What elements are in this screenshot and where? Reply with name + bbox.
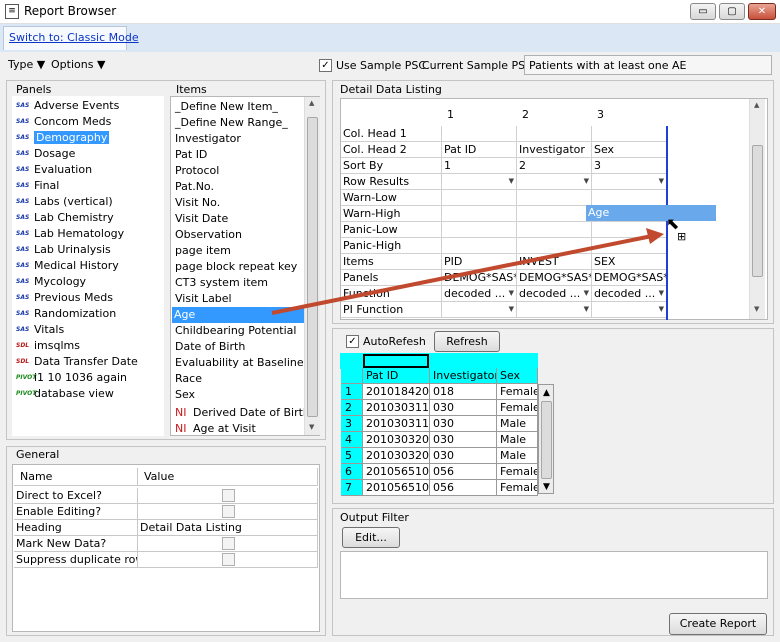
results-row-number: 4 <box>341 432 363 448</box>
results-scroll-up-icon[interactable]: ▲ <box>543 388 550 398</box>
results-cell: Male <box>497 416 538 432</box>
results-cell: Female <box>497 464 538 480</box>
results-cell: Female <box>497 480 538 496</box>
results-column-header[interactable]: Investigator <box>430 368 497 384</box>
results-cell: Female <box>497 400 538 416</box>
results-row-number: 2 <box>341 400 363 416</box>
results-cell: 030 <box>430 416 497 432</box>
results-cell: 2010303112 <box>363 416 430 432</box>
results-row-number: 6 <box>341 464 363 480</box>
results-column-header[interactable]: Sex <box>497 368 538 384</box>
results-row-number: 7 <box>341 480 363 496</box>
results-cell: 018 <box>430 384 497 400</box>
results-filter-cell[interactable] <box>363 354 429 368</box>
results-corner-cell <box>341 368 363 384</box>
refresh-button[interactable]: Refresh <box>434 331 500 352</box>
autorefresh-checkbox[interactable]: ✓ <box>346 335 359 348</box>
create-report-button[interactable]: Create Report <box>669 613 767 635</box>
results-cell: 2010565102 <box>363 464 430 480</box>
results-cell: Female <box>497 384 538 400</box>
autorefresh-label: AutoRefesh <box>363 335 426 348</box>
results-cell: 030 <box>430 448 497 464</box>
results-cell: 056 <box>430 480 497 496</box>
results-cell: 2010184208 <box>363 384 430 400</box>
results-column-header[interactable]: Pat ID <box>363 368 430 384</box>
results-cell: 030 <box>430 400 497 416</box>
results-row-number: 3 <box>341 416 363 432</box>
results-cell: Male <box>497 432 538 448</box>
results-scroll-thumb[interactable] <box>541 401 552 479</box>
results-cell: 2010303205 <box>363 432 430 448</box>
results-scroll-down-icon[interactable]: ▼ <box>543 482 550 492</box>
results-cell: Male <box>497 448 538 464</box>
results-row-number: 1 <box>341 384 363 400</box>
results-row-number: 5 <box>341 448 363 464</box>
output-filter-title: Output Filter <box>340 511 409 524</box>
results-cell: 2010303206 <box>363 448 430 464</box>
results-cell: 2010565109 <box>363 480 430 496</box>
results-cell: 2010303111 <box>363 400 430 416</box>
results-cell: 056 <box>430 464 497 480</box>
output-filter-box[interactable] <box>340 551 768 599</box>
results-cell: 030 <box>430 432 497 448</box>
results-scrollbar[interactable]: ▲ ▼ <box>538 384 554 494</box>
edit-filter-button[interactable]: Edit... <box>342 527 400 548</box>
